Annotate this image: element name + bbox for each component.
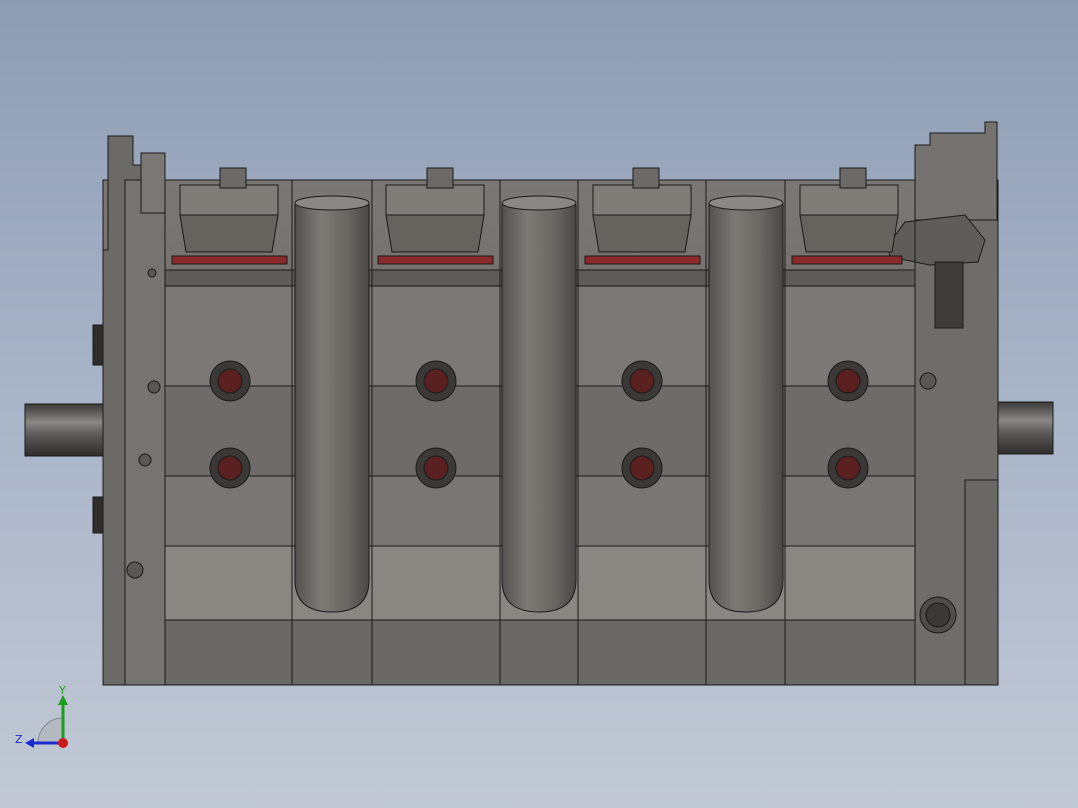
cam-pocket xyxy=(592,184,692,216)
tube-1[interactable] xyxy=(294,195,370,613)
right-lever-stem xyxy=(934,261,964,329)
tappet-housing xyxy=(385,214,485,253)
tube-2[interactable] xyxy=(501,195,577,613)
left-boss-top xyxy=(140,152,166,214)
cam-pocket xyxy=(179,184,279,216)
bolt-upper-head xyxy=(629,368,655,394)
left-hole-2 xyxy=(147,380,161,394)
tappet-cap xyxy=(839,167,867,189)
tube-3[interactable] xyxy=(708,195,784,613)
right-bottom-port-inner xyxy=(925,602,951,628)
x-axis-dot xyxy=(58,738,68,748)
left-lug-2 xyxy=(92,496,104,534)
block-skirt xyxy=(102,619,999,686)
left-flange xyxy=(124,179,166,686)
z-axis-arrow xyxy=(25,738,34,748)
bolt-upper-head xyxy=(217,368,243,394)
left-hole-1 xyxy=(147,268,157,278)
bolt-upper-head xyxy=(835,368,861,394)
right-foot xyxy=(964,479,999,686)
gasket-strip xyxy=(377,255,494,265)
tappet-cap xyxy=(426,167,454,189)
tube-top-rim xyxy=(708,195,784,211)
gasket-strip xyxy=(171,255,288,265)
left-hole-3 xyxy=(138,453,152,467)
coordinate-triad-icon: Y Z xyxy=(15,685,68,748)
bolt-lower-head xyxy=(629,455,655,481)
tappet-cap xyxy=(632,167,660,189)
tappet-cap xyxy=(219,167,247,189)
triad-arc xyxy=(37,717,64,744)
left-bottom-lug xyxy=(126,561,144,579)
gasket-strip xyxy=(791,255,903,265)
bolt-upper-head xyxy=(423,368,449,394)
cad-viewport[interactable] xyxy=(0,0,1078,808)
cam-pocket xyxy=(385,184,485,216)
right-shaft[interactable] xyxy=(997,401,1054,455)
cam-pocket xyxy=(799,184,899,216)
bolt-lower-head xyxy=(423,455,449,481)
tube-top-rim xyxy=(501,195,577,211)
y-axis-label: Y xyxy=(58,685,66,697)
tappet-housing xyxy=(179,214,279,253)
left-shaft[interactable] xyxy=(24,403,104,457)
right-hole-1 xyxy=(919,372,937,390)
gasket-strip xyxy=(584,255,701,265)
tappet-housing xyxy=(592,214,692,253)
bolt-lower-head xyxy=(835,455,861,481)
right-top-bracket xyxy=(914,121,998,221)
bolt-lower-head xyxy=(217,455,243,481)
tappet-housing xyxy=(799,214,899,253)
left-lug-1 xyxy=(92,324,104,366)
tube-top-rim xyxy=(294,195,370,211)
z-axis-label: Z xyxy=(15,733,23,746)
